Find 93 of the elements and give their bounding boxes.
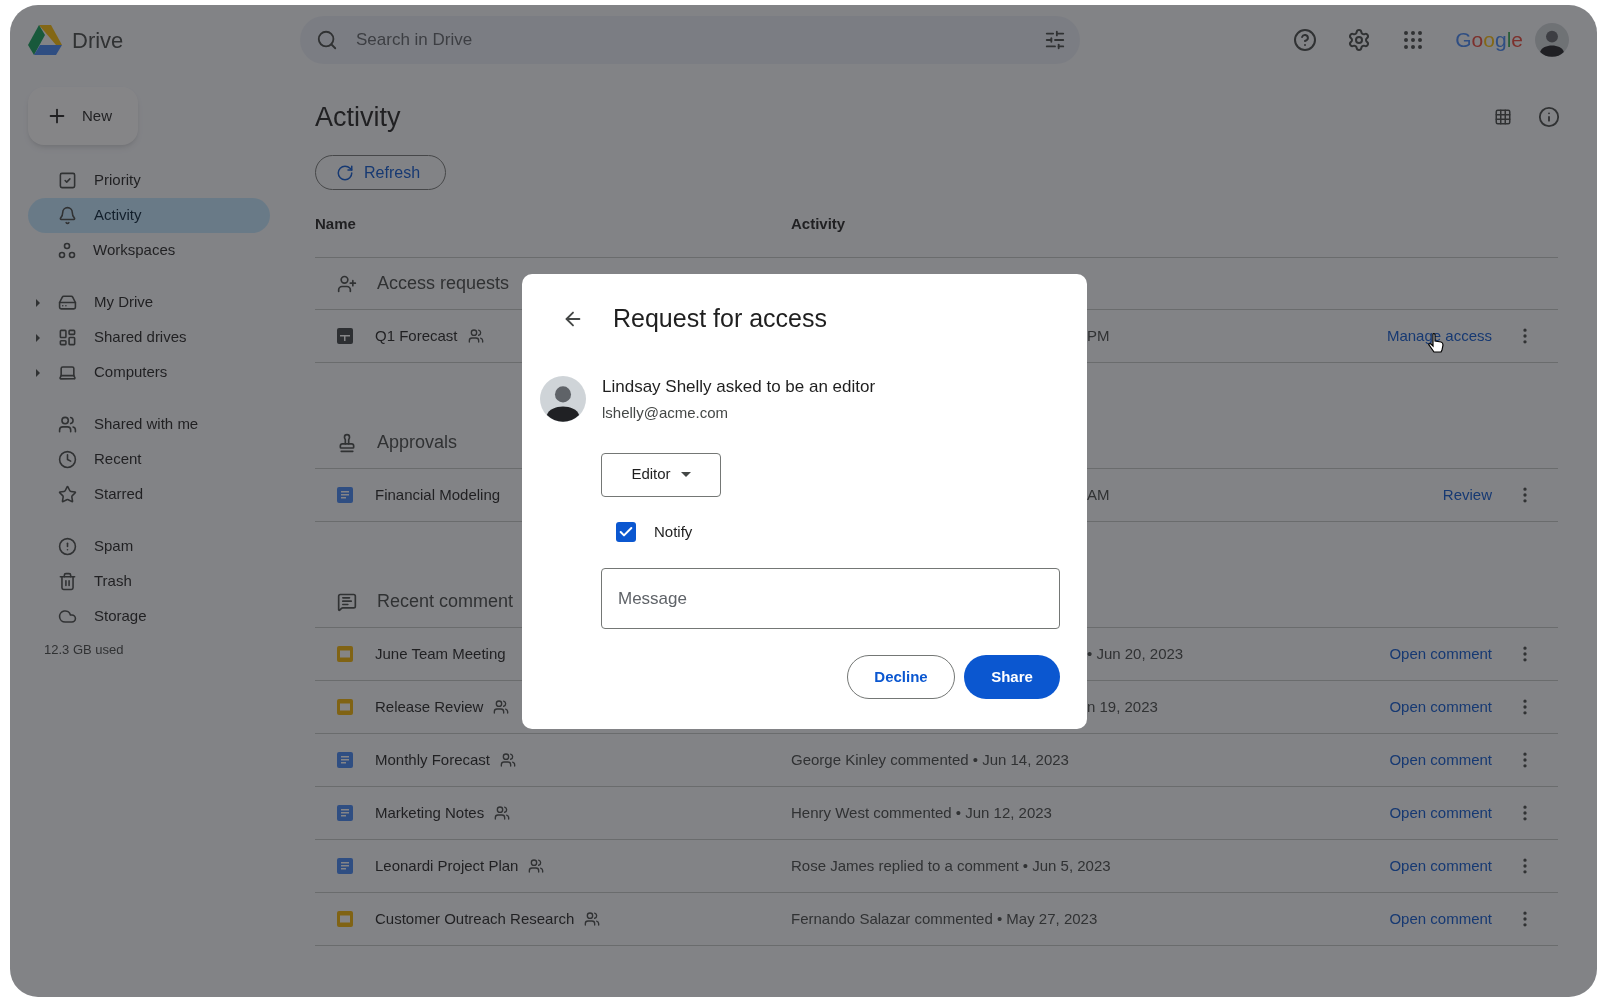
circles-icon	[58, 241, 76, 260]
dropdown-caret-icon	[680, 472, 691, 477]
sidebar-item[interactable]: Starred	[28, 477, 270, 512]
column-header[interactable]: Name	[315, 213, 791, 236]
activity-text: Fernando Salazar commented • May 27, 2023	[791, 909, 1098, 927]
search-field[interactable]: Search in Drive	[356, 27, 1044, 53]
account-avatar	[1535, 23, 1569, 57]
expand-caret-icon[interactable]	[35, 298, 41, 307]
action-link[interactable]: Open comment	[1389, 854, 1492, 878]
grid-view-icon[interactable]	[1494, 108, 1512, 126]
activity-text: AM	[1087, 485, 1110, 503]
document-icon	[337, 752, 353, 768]
action-link[interactable]: Open comment	[1389, 695, 1492, 719]
storage-used-text: 12.3 GB used	[43, 641, 125, 659]
file-name[interactable]: Q1 Forecast	[375, 324, 458, 348]
document-icon	[337, 858, 353, 874]
dialog-title: Request for access	[613, 303, 827, 334]
sidebar-item[interactable]: Activity	[28, 198, 270, 233]
action-link[interactable]: Open comment	[1389, 748, 1492, 772]
file-name[interactable]: Leonardi Project Plan	[375, 854, 519, 878]
notify-checkbox[interactable]	[616, 521, 636, 542]
file-name[interactable]: Financial Modeling	[375, 483, 501, 507]
activity-text: • Jun 20, 2023	[1087, 644, 1184, 662]
trash-icon	[58, 572, 77, 591]
column-header[interactable]: Activity	[791, 213, 1558, 236]
sidebar-item[interactable]: Shared with me	[28, 407, 270, 442]
section-title: Approvals	[377, 431, 458, 454]
requester-avatar	[540, 376, 586, 422]
brand-wordmark: Google	[1455, 27, 1523, 54]
clock-icon	[58, 450, 77, 469]
sidebar-item[interactable]: My Drive	[28, 285, 270, 320]
file-name[interactable]: Monthly Forecast	[375, 748, 491, 772]
app-name: Drive	[72, 26, 124, 55]
new-button[interactable]: New	[28, 87, 138, 145]
notify-label: Notify	[654, 521, 693, 542]
spreadsheet-icon	[337, 328, 353, 344]
bell-icon	[58, 206, 77, 225]
activity-text: George Kinley commented • Jun 14, 2023	[791, 750, 1069, 768]
star-icon	[58, 485, 77, 504]
sidebar-item[interactable]: Spam	[28, 529, 270, 564]
stamp-icon	[337, 432, 357, 453]
section-title: Access requests	[377, 272, 510, 295]
page-title: Activity	[315, 100, 401, 134]
dialog-button[interactable]: Share	[964, 655, 1060, 699]
shared-drive-icon	[58, 328, 77, 347]
comment-icon	[337, 591, 357, 612]
message-field[interactable]: Message	[601, 568, 1060, 629]
drive-icon	[58, 293, 77, 312]
action-link[interactable]: Open comment	[1389, 801, 1492, 825]
activity-text: Rose James replied to a comment • Jun 5, 2023	[791, 856, 1111, 874]
refresh-icon	[336, 163, 354, 182]
action-link[interactable]: Open comment	[1389, 642, 1492, 666]
section-title: Recent comment	[377, 590, 514, 613]
expand-caret-icon[interactable]	[35, 333, 41, 342]
sidebar-item[interactable]: Priority	[28, 163, 270, 198]
slides-icon	[337, 646, 353, 662]
settings-icon[interactable]	[1347, 28, 1372, 52]
activity-text: PM	[1087, 326, 1110, 344]
drive-logo-icon	[28, 25, 62, 55]
sidebar-item[interactable]: Recent	[28, 442, 270, 477]
requester-email: lshelly@acme.com	[602, 403, 730, 423]
file-name[interactable]: June Team Meeting	[375, 642, 506, 666]
slides-icon	[337, 911, 353, 927]
filter-icon[interactable]	[1044, 29, 1066, 51]
role-dropdown[interactable]: Editor	[601, 452, 721, 497]
sidebar-item[interactable]: Shared drives	[28, 320, 270, 355]
priority-icon	[58, 171, 77, 190]
activity-text: Henry West commented • Jun 12, 2023	[791, 803, 1052, 821]
spam-icon	[58, 537, 77, 556]
info-icon[interactable]	[1538, 106, 1560, 128]
help-icon[interactable]	[1293, 28, 1318, 52]
action-link[interactable]: Manage access	[1386, 324, 1492, 348]
expand-caret-icon[interactable]	[35, 368, 41, 377]
action-link[interactable]: Review	[1442, 483, 1492, 507]
action-link[interactable]: Open comment	[1389, 907, 1492, 931]
file-name[interactable]: Marketing Notes	[375, 801, 485, 825]
people-icon	[58, 415, 77, 434]
request-text: Lindsay Shelly asked to be an editor	[602, 375, 876, 398]
person-add-icon	[337, 273, 357, 294]
search-icon	[316, 29, 338, 51]
activity-text: n 19, 2023	[1087, 697, 1158, 715]
search-bar[interactable]: Search in Drive	[300, 16, 1080, 64]
sidebar-item[interactable]: Workspaces	[28, 233, 270, 268]
file-name[interactable]: Release Review	[375, 695, 484, 719]
sidebar-item[interactable]: Computers	[28, 355, 270, 390]
cloud-icon	[58, 607, 77, 626]
document-icon	[337, 805, 353, 821]
sidebar-item[interactable]: Storage	[28, 599, 270, 634]
document-icon	[337, 487, 353, 503]
slides-icon	[337, 699, 353, 715]
laptop-icon	[58, 363, 77, 382]
sidebar-item[interactable]: Trash	[28, 564, 270, 599]
file-name[interactable]: Customer Outreach Research	[375, 907, 575, 931]
